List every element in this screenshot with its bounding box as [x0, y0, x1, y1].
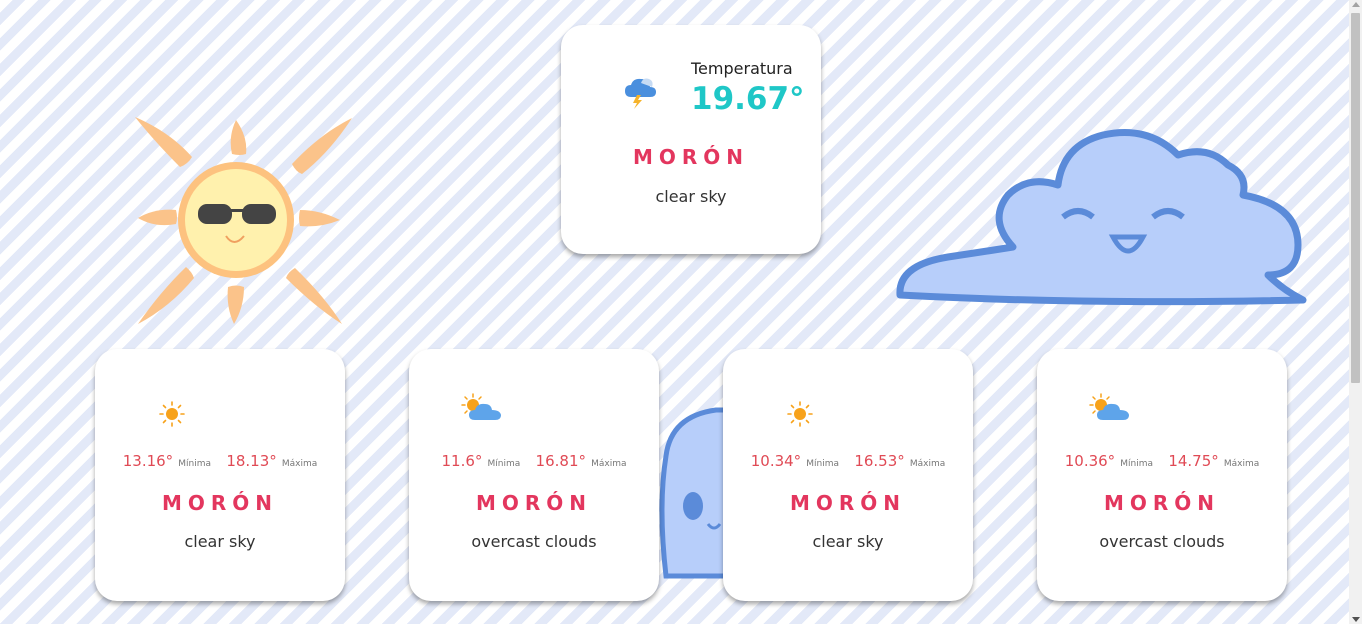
max-label: Máxima	[909, 459, 946, 469]
city-name: MORÓN	[475, 491, 593, 515]
sun-icon	[159, 401, 185, 431]
page: Temperatura 19.67° MORÓN clear sky 13.16…	[0, 0, 1349, 624]
weather-description: clear sky	[655, 187, 727, 206]
max-temp: 18.13°	[226, 452, 277, 470]
min-label: Mínima	[1120, 459, 1154, 469]
min-temp: 11.6°	[441, 452, 483, 470]
min-label: Mínima	[806, 459, 840, 469]
sun-ray-right	[299, 210, 340, 227]
partly-cloudy-icon	[461, 393, 503, 427]
city-name: MORÓN	[161, 491, 279, 515]
temperature-range: 10.34° Mínima 16.53° Máxima	[723, 451, 973, 470]
sun-ray-bottomleft	[138, 267, 194, 324]
sun-ray-topright	[292, 118, 352, 174]
sun-glasses-left	[198, 204, 232, 224]
sun-ray-bottomright	[286, 268, 342, 324]
forecast-card: 13.16° Mínima 18.13° Máxima MORÓN clear …	[95, 349, 345, 601]
temperature-range: 13.16° Mínima 18.13° Máxima	[95, 451, 345, 470]
max-label: Máxima	[591, 459, 627, 469]
temperature-value: 19.67°	[691, 81, 805, 117]
weather-description: overcast clouds	[471, 532, 597, 551]
sun-ray-topleft	[135, 117, 192, 167]
min-temp: 13.16°	[122, 452, 174, 470]
scroll-down-arrow-icon[interactable]	[1352, 617, 1360, 622]
min-temp: 10.36°	[1064, 452, 1116, 470]
scroll-up-arrow-icon[interactable]	[1352, 2, 1360, 7]
city-name: MORÓN	[1103, 491, 1221, 515]
partly-cloudy-icon	[1089, 393, 1131, 427]
forecast-card: 11.6° Mínima 16.81° Máxima MORÓN overcas…	[409, 349, 659, 601]
sun-illustration	[135, 117, 352, 324]
sun-ray-top	[230, 120, 247, 155]
weather-description: overcast clouds	[1099, 532, 1225, 551]
weather-description: clear sky	[184, 532, 256, 551]
sun-ray-bottom	[227, 285, 244, 324]
sun-ray-left	[138, 209, 177, 226]
vertical-scrollbar[interactable]	[1349, 0, 1362, 624]
cloud-body	[896, 129, 1307, 306]
min-temp: 10.34°	[750, 452, 802, 470]
forecast-card: 10.36° Mínima 14.75° Máxima MORÓN overca…	[1037, 349, 1287, 601]
current-weather-card: Temperatura 19.67° MORÓN clear sky	[561, 25, 821, 254]
sun-icon	[787, 401, 813, 431]
thunderstorm-icon	[623, 75, 657, 113]
max-label: Máxima	[1223, 459, 1260, 469]
max-temp: 16.53°	[854, 452, 905, 470]
city-name: MORÓN	[632, 145, 750, 169]
forecast-card: 10.34° Mínima 16.53° Máxima MORÓN clear …	[723, 349, 973, 601]
temperature-label: Temperatura	[691, 59, 793, 78]
cloud-illustration	[896, 129, 1307, 306]
max-temp: 16.81°	[535, 452, 586, 470]
temperature-range: 10.36° Mínima 14.75° Máxima	[1037, 451, 1287, 470]
temperature-range: 11.6° Mínima 16.81° Máxima	[409, 451, 659, 470]
min-label: Mínima	[487, 459, 521, 469]
min-label: Mínima	[178, 459, 212, 469]
max-temp: 14.75°	[1168, 452, 1219, 470]
max-label: Máxima	[281, 459, 318, 469]
scrollbar-thumb[interactable]	[1351, 13, 1360, 383]
city-name: MORÓN	[789, 491, 907, 515]
sun-glasses-right	[242, 204, 276, 224]
weather-description: clear sky	[812, 532, 884, 551]
